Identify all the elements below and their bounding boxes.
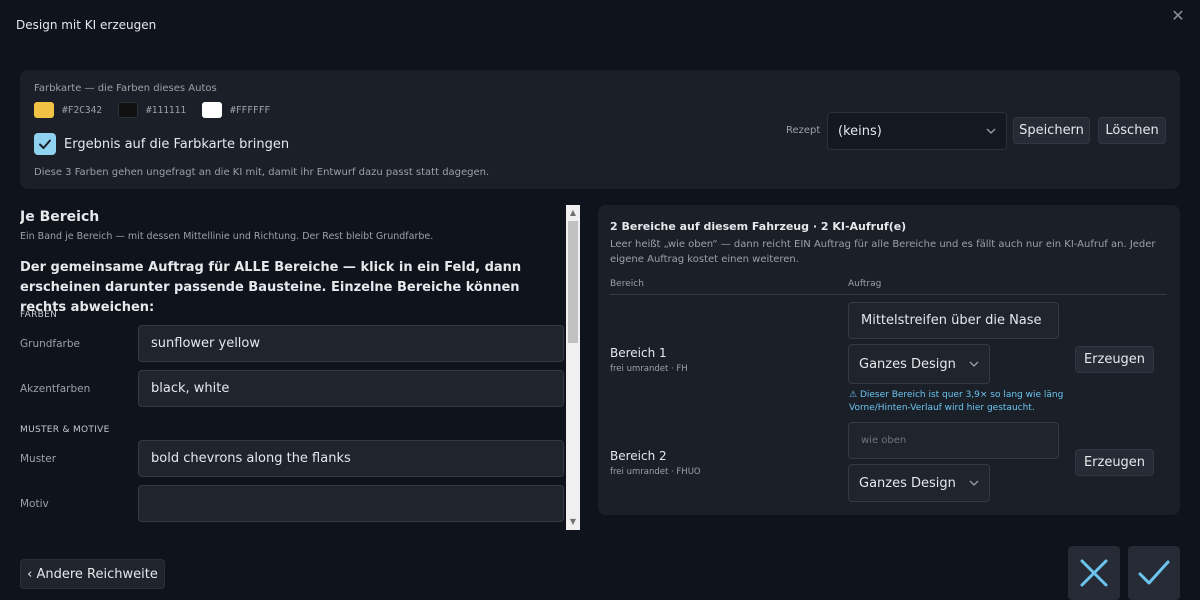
swatch-list: #F2C342 #111111 #FFFFFF <box>34 102 270 118</box>
col-header-area: Bereich <box>610 279 644 289</box>
muster-input[interactable]: bold chevrons along the flanks <box>138 440 564 477</box>
shared-task-instruction: Der gemeinsame Auftrag für ALLE Bereiche… <box>20 260 522 315</box>
areas-panel: 2 Bereiche auf diesem Fahrzeug · 2 KI-Au… <box>598 205 1180 515</box>
muster-label: Muster <box>20 453 57 465</box>
confirm-button[interactable] <box>1128 546 1180 600</box>
section-muster-label: MUSTER & MOTIVE <box>20 425 110 435</box>
color-chip <box>118 102 139 118</box>
apply-checkbox-label: Ergebnis auf die Farbkarte bringen <box>64 136 290 152</box>
grundfarbe-label: Grundfarbe <box>20 338 81 350</box>
apply-checkbox[interactable] <box>34 133 56 155</box>
cancel-button[interactable] <box>1068 546 1120 600</box>
left-panel-scrollbar[interactable]: ▲ ▼ <box>566 205 580 530</box>
section-colors-label: FARBEN <box>20 310 58 320</box>
area-scope-value: Ganzes Design <box>859 475 956 491</box>
chevron-down-icon <box>969 480 979 486</box>
areas-description: Leer heißt „wie oben“ — dann reicht EIN … <box>610 239 1156 265</box>
area-sub: frei umrandet · FH <box>610 364 688 374</box>
area-name: Bereich 1 <box>610 346 667 360</box>
col-header-task: Auftrag <box>848 279 882 289</box>
cancel-x-icon <box>1080 559 1108 587</box>
area-name: Bereich 2 <box>610 449 667 463</box>
color-card-title: Farbkarte — die Farben dieses Autos <box>34 83 217 94</box>
color-chip <box>34 102 54 118</box>
color-chip <box>202 102 223 118</box>
area-task-input[interactable] <box>848 422 1059 459</box>
dialog-title: Design mit KI erzeugen <box>16 18 157 32</box>
color-card-note: Diese 3 Farben gehen ungefragt an die KI… <box>34 167 490 178</box>
area-warning: ⚠ Dieser Bereich ist quer 3,9× so lang w… <box>849 389 1079 415</box>
panel-heading: Je Bereich <box>20 209 100 225</box>
scroll-up-icon[interactable]: ▲ <box>566 206 580 220</box>
grundfarbe-input[interactable]: sunflower yellow <box>138 325 564 362</box>
akzentfarben-input[interactable]: black, white <box>138 370 564 407</box>
back-button[interactable]: ‹ Andere Reichweite <box>20 559 165 589</box>
check-icon <box>39 139 51 149</box>
swatch-item[interactable]: #FFFFFF <box>202 102 270 118</box>
per-area-panel: Je Bereich Ein Band je Bereich — mit des… <box>20 205 566 530</box>
area-sub: frei umrandet · FHUO <box>610 467 701 477</box>
areas-heading: 2 Bereiche auf diesem Fahrzeug · 2 KI-Au… <box>610 220 907 233</box>
chevron-down-icon <box>986 128 996 134</box>
swatch-hex: #FFFFFF <box>230 104 271 116</box>
rezept-select[interactable]: (keins) <box>827 112 1007 150</box>
generate-button[interactable]: Erzeugen <box>1075 346 1154 373</box>
area-scope-select[interactable]: Ganzes Design <box>848 344 990 384</box>
delete-recipe-button[interactable]: Löschen <box>1098 117 1166 144</box>
area-scope-select[interactable]: Ganzes Design <box>848 464 990 502</box>
header-divider <box>610 294 1167 295</box>
swatch-item[interactable]: #F2C342 <box>34 102 102 118</box>
akzentfarben-label: Akzentfarben <box>20 383 91 395</box>
color-card: Farbkarte — die Farben dieses Autos #F2C… <box>20 70 1180 189</box>
confirm-check-icon <box>1138 560 1170 585</box>
apply-to-colorcard-row[interactable]: Ergebnis auf die Farbkarte bringen <box>34 133 289 155</box>
motiv-label: Motiv <box>20 498 49 510</box>
area-task-input[interactable]: Mittelstreifen über die Nase <box>848 302 1059 339</box>
save-recipe-button[interactable]: Speichern <box>1013 117 1090 144</box>
swatch-hex: #F2C342 <box>62 104 103 116</box>
area-scope-value: Ganzes Design <box>859 356 956 372</box>
chevron-down-icon <box>969 361 979 367</box>
motiv-input[interactable] <box>138 485 564 522</box>
scroll-down-icon[interactable]: ▼ <box>566 515 580 529</box>
close-icon[interactable]: ✕ <box>1168 6 1188 26</box>
swatch-item[interactable]: #111111 <box>118 102 186 118</box>
generate-button[interactable]: Erzeugen <box>1075 449 1154 476</box>
area-warning-text: Dieser Bereich ist quer 3,9× so lang wie… <box>849 390 1064 413</box>
swatch-hex: #111111 <box>146 104 187 116</box>
rezept-label: Rezept <box>786 125 821 136</box>
scrollbar-thumb[interactable] <box>568 221 578 343</box>
warning-icon: ⚠ <box>849 390 858 400</box>
rezept-select-value: (keins) <box>838 123 882 139</box>
panel-subheading: Ein Band je Bereich — mit dessen Mittell… <box>20 231 434 242</box>
